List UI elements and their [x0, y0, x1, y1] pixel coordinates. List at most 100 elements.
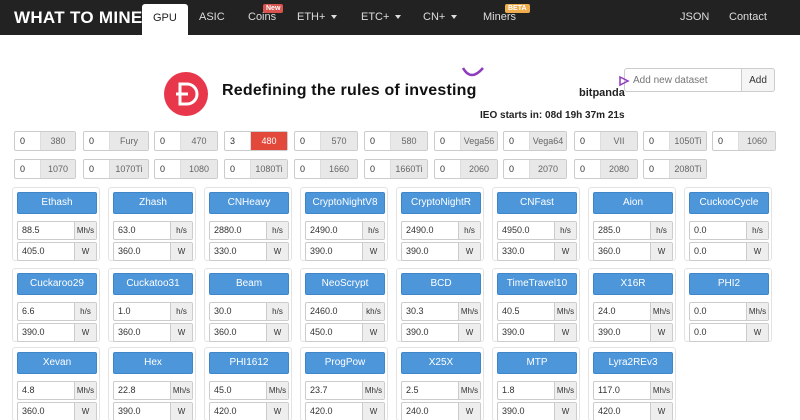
hashrate-field[interactable]: 24.0 Mh/s — [593, 302, 673, 321]
new-dataset-input[interactable] — [624, 68, 742, 92]
hashrate-value[interactable]: 88.5 — [18, 222, 74, 239]
power-value[interactable]: 390.0 — [498, 324, 554, 341]
ad-brand-name[interactable]: bitpanda — [579, 87, 625, 99]
hashrate-field[interactable]: 23.7 Mh/s — [305, 381, 385, 400]
power-value[interactable]: 240.0 — [402, 403, 458, 420]
power-field[interactable]: 390.0 W — [497, 323, 577, 342]
hashrate-value[interactable]: 40.5 — [498, 303, 554, 320]
hashrate-value[interactable]: 63.0 — [114, 222, 170, 239]
power-value[interactable]: 420.0 — [594, 403, 650, 420]
power-value[interactable]: 360.0 — [114, 324, 170, 341]
hashrate-field[interactable]: 22.8 Mh/s — [113, 381, 193, 400]
algo-toggle-button[interactable]: PHI1612 — [209, 352, 289, 374]
power-field[interactable]: 420.0 W — [593, 402, 673, 420]
gpu-counter[interactable]: 0 1660 — [294, 159, 358, 179]
gpu-counter[interactable]: 0 Vega56 — [434, 131, 498, 151]
gpu-counter[interactable]: 0 1080Ti — [224, 159, 288, 179]
algo-toggle-button[interactable]: TimeTravel10 — [497, 273, 577, 295]
power-field[interactable]: 360.0 W — [593, 242, 673, 261]
power-field[interactable]: 390.0 W — [305, 242, 385, 261]
gpu-counter[interactable]: 0 1050Ti — [643, 131, 707, 151]
power-field[interactable]: 420.0 W — [305, 402, 385, 420]
hashrate-value[interactable]: 30.3 — [402, 303, 458, 320]
gpu-counter[interactable]: 0 1060 — [712, 131, 776, 151]
algo-toggle-button[interactable]: X16R — [593, 273, 673, 295]
power-field[interactable]: 390.0 W — [401, 242, 481, 261]
algo-toggle-button[interactable]: Lyra2REv3 — [593, 352, 673, 374]
algo-toggle-button[interactable]: PHI2 — [689, 273, 769, 295]
hashrate-value[interactable]: 1.0 — [114, 303, 170, 320]
algo-toggle-button[interactable]: BCD — [401, 273, 481, 295]
power-value[interactable]: 390.0 — [498, 403, 554, 420]
hashrate-field[interactable]: 117.0 Mh/s — [593, 381, 673, 400]
nav-cn-dropdown[interactable]: CN+ — [423, 0, 458, 35]
hashrate-field[interactable]: 2.5 Mh/s — [401, 381, 481, 400]
gpu-count-input[interactable]: 0 — [504, 160, 530, 178]
hashrate-value[interactable]: 1.8 — [498, 382, 554, 399]
hashrate-field[interactable]: 40.5 Mh/s — [497, 302, 577, 321]
power-field[interactable]: 330.0 W — [209, 242, 289, 261]
gpu-count-input[interactable]: 0 — [644, 132, 670, 150]
hashrate-field[interactable]: 63.0 h/s — [113, 221, 193, 240]
algo-toggle-button[interactable]: Cuckaroo29 — [17, 273, 97, 295]
algo-toggle-button[interactable]: CryptoNightR — [401, 192, 481, 214]
power-value[interactable]: 360.0 — [210, 324, 266, 341]
hashrate-field[interactable]: 1.8 Mh/s — [497, 381, 577, 400]
hashrate-value[interactable]: 4.8 — [18, 382, 74, 399]
algo-toggle-button[interactable]: Hex — [113, 352, 193, 374]
hashrate-value[interactable]: 285.0 — [594, 222, 650, 239]
hashrate-value[interactable]: 2880.0 — [210, 222, 266, 239]
hashrate-field[interactable]: 0.0 Mh/s — [689, 302, 769, 321]
nav-eth-dropdown[interactable]: ETH+ — [297, 0, 338, 35]
algo-toggle-button[interactable]: NeoScrypt — [305, 273, 385, 295]
hashrate-field[interactable]: 30.0 h/s — [209, 302, 289, 321]
hashrate-value[interactable]: 30.0 — [210, 303, 266, 320]
gpu-counter[interactable]: 0 Fury — [83, 131, 149, 151]
hashrate-field[interactable]: 45.0 Mh/s — [209, 381, 289, 400]
algo-toggle-button[interactable]: MTP — [497, 352, 577, 374]
power-value[interactable]: 390.0 — [306, 243, 362, 260]
gpu-counter[interactable]: 0 1070 — [14, 159, 76, 179]
hashrate-field[interactable]: 6.6 h/s — [17, 302, 97, 321]
hashrate-field[interactable]: 30.3 Mh/s — [401, 302, 481, 321]
power-field[interactable]: 390.0 W — [497, 402, 577, 420]
algo-toggle-button[interactable]: CNFast — [497, 192, 577, 214]
algo-toggle-button[interactable]: CryptoNightV8 — [305, 192, 385, 214]
nav-json[interactable]: JSON — [680, 0, 709, 35]
gpu-count-input[interactable]: 0 — [644, 160, 670, 178]
gpu-count-input[interactable]: 0 — [365, 132, 391, 150]
power-value[interactable]: 450.0 — [306, 324, 362, 341]
hashrate-value[interactable]: 23.7 — [306, 382, 362, 399]
gpu-counter[interactable]: 0 470 — [154, 131, 218, 151]
algo-toggle-button[interactable]: X25X — [401, 352, 481, 374]
power-value[interactable]: 420.0 — [306, 403, 362, 420]
gpu-counter[interactable]: 0 1080 — [154, 159, 218, 179]
gpu-count-input[interactable]: 0 — [295, 132, 321, 150]
gpu-count-input[interactable]: 0 — [84, 160, 110, 178]
hashrate-field[interactable]: 88.5 Mh/s — [17, 221, 97, 240]
power-value[interactable]: 330.0 — [210, 243, 266, 260]
power-value[interactable]: 0.0 — [690, 324, 746, 341]
hashrate-field[interactable]: 4.8 Mh/s — [17, 381, 97, 400]
algo-toggle-button[interactable]: Aion — [593, 192, 673, 214]
ad-headline[interactable]: Redefining the rules of investing — [222, 82, 477, 100]
algo-toggle-button[interactable]: Zhash — [113, 192, 193, 214]
bitpanda-logo-icon[interactable] — [164, 72, 208, 116]
power-value[interactable]: 390.0 — [402, 324, 458, 341]
hashrate-value[interactable]: 2460.0 — [306, 303, 362, 320]
gpu-count-input[interactable]: 0 — [575, 132, 601, 150]
power-value[interactable]: 390.0 — [402, 243, 458, 260]
gpu-count-input[interactable]: 0 — [435, 132, 461, 150]
algo-toggle-button[interactable]: CuckooCycle — [689, 192, 769, 214]
algo-toggle-button[interactable]: Ethash — [17, 192, 97, 214]
nav-gpu[interactable]: GPU — [142, 4, 188, 35]
gpu-counter[interactable]: 0 2070 — [503, 159, 567, 179]
algo-toggle-button[interactable]: Xevan — [17, 352, 97, 374]
gpu-counter[interactable]: 0 2080Ti — [643, 159, 707, 179]
algo-toggle-button[interactable]: Cuckatoo31 — [113, 273, 193, 295]
hashrate-value[interactable]: 6.6 — [18, 303, 74, 320]
gpu-counter[interactable]: 0 580 — [364, 131, 428, 151]
power-field[interactable]: 360.0 W — [113, 242, 193, 261]
power-field[interactable]: 0.0 W — [689, 242, 769, 261]
power-field[interactable]: 240.0 W — [401, 402, 481, 420]
